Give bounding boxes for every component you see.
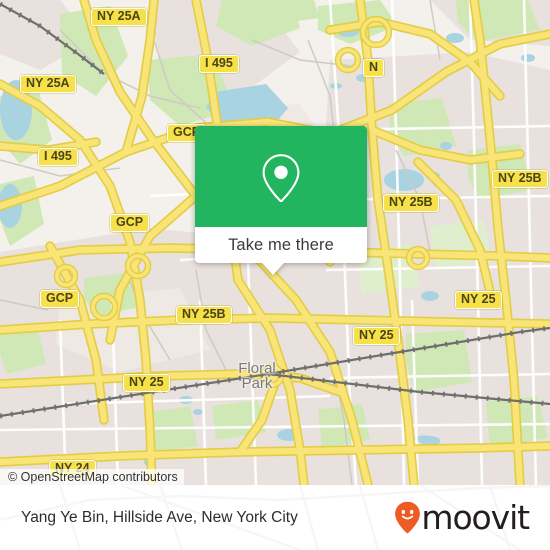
- road-shield: NY 25B: [492, 170, 548, 188]
- location-pin-icon: [262, 153, 300, 202]
- footer-bar: Yang Ye Bin, Hillside Ave, New York City…: [0, 485, 550, 550]
- card-header: [195, 126, 367, 227]
- road-shield: I 495: [199, 55, 239, 73]
- road-shield: NY 25: [353, 327, 400, 345]
- road-shield: NY 25B: [176, 306, 232, 324]
- map-canvas[interactable]: Floral Park NY 25A NY 25A I 495 I 495 GCP GCP G…: [0, 0, 550, 485]
- road-shield: NY 25B: [383, 194, 439, 212]
- card-pointer-tail: [262, 263, 284, 275]
- road-shield: GCP: [40, 290, 80, 308]
- map-attribution[interactable]: © OpenStreetMap contributors: [0, 469, 184, 485]
- moovit-logo[interactable]: moovit: [394, 498, 530, 537]
- moovit-wordmark: moovit: [421, 498, 530, 537]
- card-footer[interactable]: Take me there: [195, 227, 367, 275]
- take-me-there-label: Take me there: [228, 235, 334, 254]
- road-shield: I 495: [38, 148, 78, 166]
- road-shield: NY 25: [455, 291, 502, 309]
- road-shield: N: [363, 59, 385, 77]
- road-shield: NY 25A: [91, 8, 147, 26]
- moovit-smiley-pin-icon: [395, 501, 421, 533]
- moovit-map-screenshot: Floral Park NY 25A NY 25A I 495 I 495 GCP GCP G…: [0, 0, 550, 550]
- road-shield: NY 25: [123, 374, 170, 392]
- road-shield: NY 25A: [20, 75, 76, 93]
- place-callout-card[interactable]: Take me there: [195, 126, 367, 275]
- road-shield: GCP: [110, 214, 150, 232]
- place-title: Yang Ye Bin, Hillside Ave, New York City: [21, 508, 298, 526]
